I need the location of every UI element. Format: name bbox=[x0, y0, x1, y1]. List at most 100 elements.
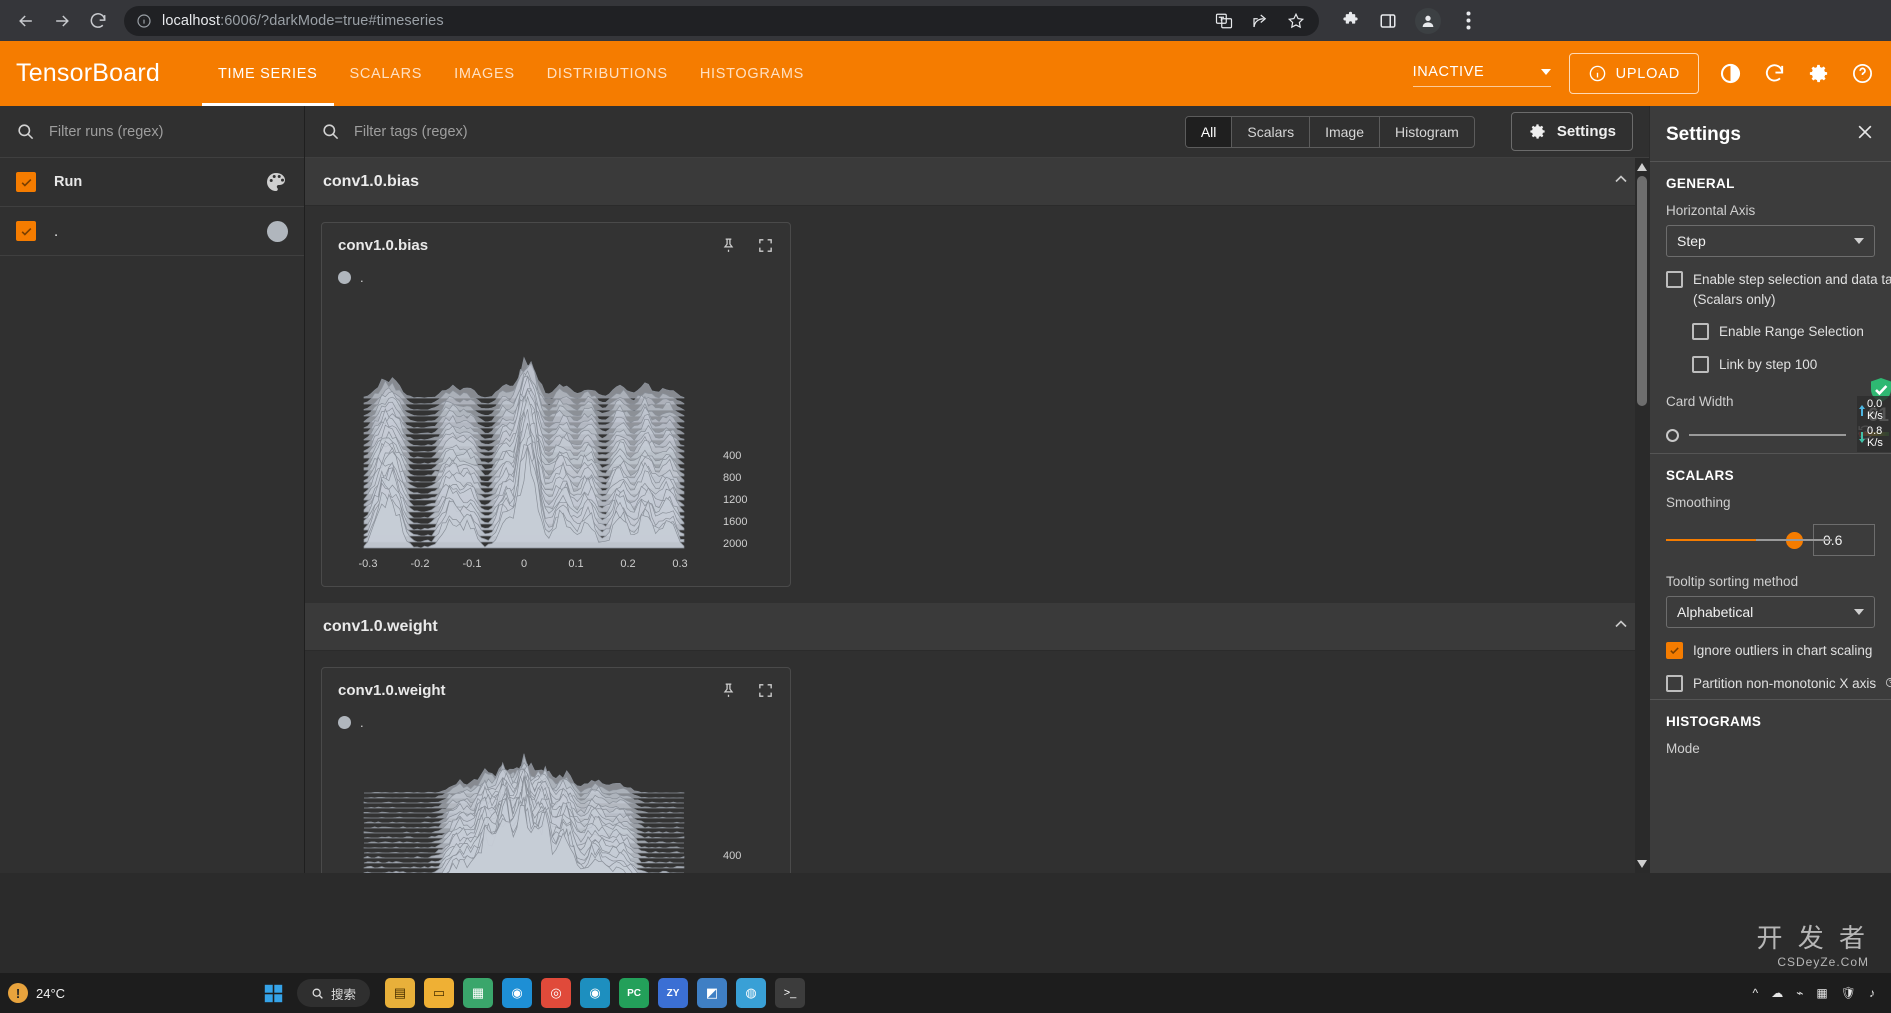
zy-app-icon[interactable]: ZY bbox=[658, 978, 689, 1008]
volume-icon[interactable]: ♪ bbox=[1869, 986, 1875, 1000]
run-trailing[interactable] bbox=[267, 220, 288, 242]
chip-image[interactable]: Image bbox=[1310, 116, 1381, 147]
profile-icon[interactable] bbox=[1415, 7, 1441, 34]
ignore-outliers-checkbox[interactable] bbox=[1666, 642, 1683, 660]
pin-icon[interactable] bbox=[720, 682, 737, 704]
smoothing-slider-row[interactable]: 0.6 bbox=[1666, 524, 1875, 557]
group-header-conv1-weight[interactable]: conv1.0.weight bbox=[305, 603, 1649, 651]
star-icon[interactable] bbox=[1285, 10, 1307, 32]
site-info-icon[interactable] bbox=[136, 13, 152, 29]
taskbar-search[interactable]: 搜索 bbox=[297, 979, 371, 1007]
tensorboard-logo[interactable]: TensorBoard bbox=[16, 59, 160, 88]
tag-filter-input[interactable]: Filter tags (regex) bbox=[354, 124, 468, 140]
cards-scrollbar[interactable] bbox=[1635, 158, 1649, 873]
gear-icon[interactable] bbox=[1805, 61, 1831, 87]
tab-time-series[interactable]: TIME SERIES bbox=[201, 41, 334, 106]
chip-histogram[interactable]: Histogram bbox=[1380, 117, 1474, 147]
refresh-icon[interactable] bbox=[1761, 61, 1787, 87]
histogram-plot-conv1-bias[interactable]: 400 800 1200 1600 2000 -0.3 -0.2 -0.1 0 bbox=[338, 293, 774, 576]
chip-all[interactable]: All bbox=[1185, 116, 1233, 147]
link-by-step-row[interactable]: Link by step 100 bbox=[1692, 355, 1875, 375]
chart-app-icon[interactable]: ◩ bbox=[697, 978, 728, 1008]
terminal-icon[interactable]: >_ bbox=[775, 978, 806, 1008]
card-width-slider-knob[interactable] bbox=[1666, 428, 1679, 442]
card-width-label: Card Width bbox=[1666, 394, 1734, 410]
weather-widget[interactable]: ! 24°C bbox=[8, 983, 258, 1003]
browser-actions bbox=[1339, 7, 1479, 34]
help-icon[interactable] bbox=[1885, 676, 1891, 691]
partition-checkbox[interactable] bbox=[1666, 674, 1683, 692]
network-icon[interactable]: ⌁ bbox=[1796, 986, 1803, 1000]
translate-icon[interactable] bbox=[1213, 10, 1235, 32]
tooltip-sort-select[interactable]: Alphabetical bbox=[1666, 596, 1875, 629]
store-icon[interactable]: ▦ bbox=[463, 978, 494, 1008]
comm-app-icon[interactable]: ◍ bbox=[736, 978, 767, 1008]
up-chevron-icon[interactable]: ^ bbox=[1753, 986, 1759, 1000]
cloud-icon[interactable]: ☁ bbox=[1771, 986, 1783, 1000]
shield-icon[interactable]: 🛡 bbox=[1841, 986, 1856, 1000]
settings-button[interactable]: Settings bbox=[1510, 112, 1633, 151]
chrome-icon[interactable]: ◎ bbox=[541, 978, 572, 1008]
tooltip-sort-label: Tooltip sorting method bbox=[1666, 574, 1799, 590]
run-filter-row[interactable]: Filter runs (regex) bbox=[0, 106, 304, 158]
horizontal-axis-select[interactable]: Step bbox=[1666, 225, 1875, 257]
puzzle-icon[interactable] bbox=[1339, 10, 1361, 32]
brightness-icon[interactable] bbox=[1717, 61, 1743, 87]
pin-icon[interactable] bbox=[720, 237, 737, 259]
close-icon[interactable] bbox=[1855, 122, 1875, 147]
smoothing-slider-track[interactable] bbox=[1666, 539, 1832, 542]
run-trailing[interactable] bbox=[264, 170, 288, 194]
upload-button[interactable]: UPLOAD bbox=[1568, 53, 1699, 94]
run-checkbox[interactable] bbox=[16, 172, 36, 192]
tab-histograms[interactable]: HISTOGRAMS bbox=[684, 41, 820, 106]
reload-status-select[interactable]: INACTIVE bbox=[1412, 60, 1551, 87]
chip-scalars[interactable]: Scalars bbox=[1232, 116, 1311, 147]
run-checkbox[interactable] bbox=[16, 221, 36, 241]
tab-scalars[interactable]: SCALARS bbox=[334, 41, 439, 106]
step-selection-row[interactable]: Enable step selection and data table (Sc… bbox=[1666, 270, 1891, 309]
run-color-dot[interactable] bbox=[267, 220, 288, 242]
run-row-run[interactable]: Run bbox=[0, 158, 304, 207]
partition-row[interactable]: Partition non-monotonic X axis bbox=[1666, 674, 1891, 694]
card-width-slider-row[interactable] bbox=[1666, 423, 1875, 447]
card-conv1-bias: conv1.0.bias . 400 800 1200 1600 2000 -0… bbox=[321, 222, 791, 587]
card-width-slider-track[interactable] bbox=[1689, 434, 1846, 437]
share-icon[interactable] bbox=[1249, 10, 1271, 32]
windows-start-icon[interactable] bbox=[258, 978, 288, 1008]
scroll-up-arrow-icon[interactable] bbox=[1635, 160, 1649, 174]
back-arrow-icon[interactable] bbox=[10, 5, 42, 37]
url-text: localhost:6006/?darkMode=true#timeseries bbox=[162, 13, 444, 29]
forward-arrow-icon[interactable] bbox=[46, 5, 78, 37]
color-palette-icon[interactable] bbox=[264, 170, 288, 194]
folder-icon[interactable]: ▭ bbox=[424, 978, 455, 1008]
fullscreen-icon[interactable] bbox=[757, 237, 774, 259]
tab-images[interactable]: IMAGES bbox=[438, 41, 531, 106]
histogram-plot-conv1-weight[interactable]: 400 800 bbox=[338, 738, 774, 873]
three-dot-menu-icon[interactable] bbox=[1457, 10, 1479, 32]
reload-icon[interactable] bbox=[82, 5, 114, 37]
fullscreen-icon[interactable] bbox=[757, 682, 774, 704]
step-selection-checkbox[interactable] bbox=[1666, 271, 1683, 288]
scrollbar-thumb[interactable] bbox=[1637, 176, 1647, 406]
address-bar[interactable]: localhost:6006/?darkMode=true#timeseries bbox=[124, 5, 1319, 36]
group-header-conv1-bias[interactable]: conv1.0.bias bbox=[305, 158, 1649, 206]
smoothing-label: Smoothing bbox=[1666, 495, 1731, 511]
help-circle-icon[interactable] bbox=[1849, 61, 1875, 87]
chevron-up-icon[interactable] bbox=[1611, 169, 1631, 194]
file-explorer-icon[interactable]: ▤ bbox=[385, 978, 416, 1008]
tab-distributions[interactable]: DISTRIBUTIONS bbox=[531, 41, 684, 106]
download-speed-row: 0.8 K/s bbox=[1859, 425, 1889, 449]
chevron-up-icon[interactable] bbox=[1611, 614, 1631, 639]
run-filter-input[interactable]: Filter runs (regex) bbox=[49, 124, 163, 140]
pycharm-icon[interactable]: PC bbox=[619, 978, 650, 1008]
edge-icon[interactable]: ◉ bbox=[502, 978, 533, 1008]
link-by-step-checkbox[interactable] bbox=[1692, 355, 1709, 373]
side-panel-icon[interactable] bbox=[1377, 10, 1399, 32]
camera-icon[interactable]: ◉ bbox=[580, 978, 611, 1008]
ignore-outliers-row[interactable]: Ignore outliers in chart scaling bbox=[1666, 641, 1875, 661]
run-row-dot[interactable]: . bbox=[0, 207, 304, 256]
scroll-down-arrow-icon[interactable] bbox=[1635, 857, 1649, 871]
grid-icon[interactable]: ▦ bbox=[1816, 986, 1827, 1000]
range-selection-row[interactable]: Enable Range Selection bbox=[1692, 322, 1875, 342]
range-selection-checkbox[interactable] bbox=[1692, 323, 1709, 341]
